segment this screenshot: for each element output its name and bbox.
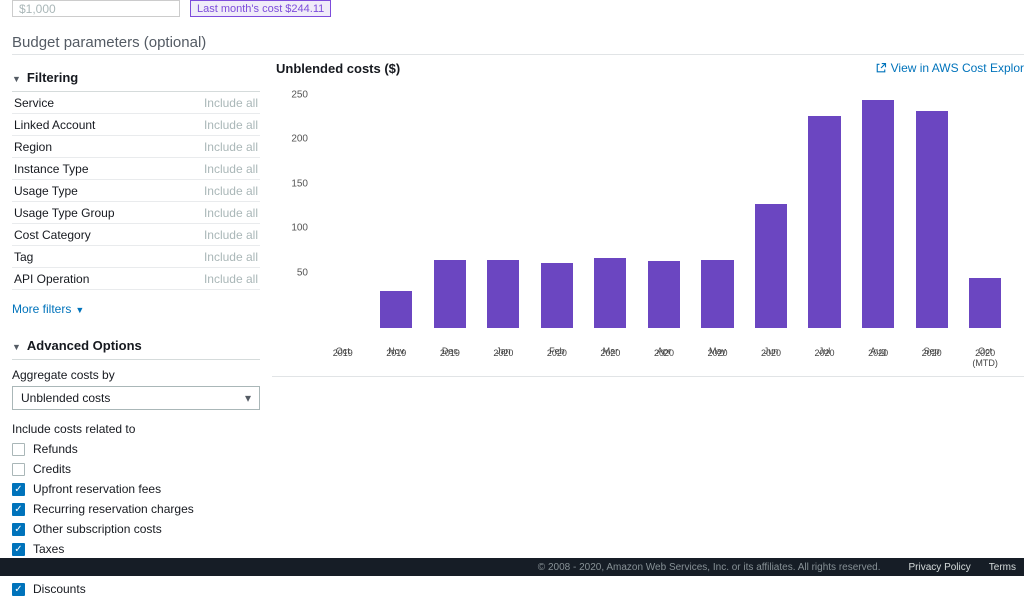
filter-row-usage-type-group[interactable]: Usage Type GroupInclude all (12, 202, 260, 224)
checkbox-icon (12, 463, 25, 476)
x-tick: 2020 (798, 348, 852, 368)
budget-amount-input[interactable]: $1,000 (12, 0, 180, 17)
checkbox-icon (12, 503, 25, 516)
filter-row-cost-category[interactable]: Cost CategoryInclude all (12, 224, 260, 246)
bar[interactable] (862, 100, 894, 328)
bar-slot (584, 88, 638, 328)
filter-row-instance-type[interactable]: Instance TypeInclude all (12, 158, 260, 180)
bar-slot (851, 88, 905, 328)
y-tick: 50 (297, 267, 308, 278)
checkbox-icon (12, 523, 25, 536)
option-credits[interactable]: Credits (12, 460, 260, 478)
aggregate-costs-select[interactable]: Unblended costs (12, 386, 260, 410)
chevron-down-icon (75, 302, 84, 316)
y-tick: 100 (291, 223, 308, 234)
checkbox-icon (12, 583, 25, 596)
bar-slot (744, 88, 798, 328)
x-tick: 2020 (584, 348, 638, 368)
filter-row-linked-account[interactable]: Linked AccountInclude all (12, 114, 260, 136)
footer-copyright: © 2008 - 2020, Amazon Web Services, Inc.… (538, 562, 881, 573)
chevron-down-icon (12, 70, 21, 85)
view-in-cost-explorer-link[interactable]: View in AWS Cost Explor (875, 61, 1024, 75)
bar-slot (958, 88, 1012, 328)
chart-title: Unblended costs ($) (276, 61, 400, 76)
bar[interactable] (380, 291, 412, 328)
bar[interactable] (594, 258, 626, 328)
include-costs-label: Include costs related to (12, 422, 260, 436)
chart-area: Unblended costs ($) View in AWS Cost Exp… (272, 58, 1024, 374)
bar[interactable] (487, 260, 519, 328)
x-tick: 2020(MTD) (958, 348, 1012, 368)
more-filters-link[interactable]: More filters (12, 302, 260, 316)
bar-slot (637, 88, 691, 328)
x-tick: 2020 (477, 348, 531, 368)
budget-amount-placeholder: $1,000 (19, 2, 56, 16)
option-recurring-reservation-charges[interactable]: Recurring reservation charges (12, 500, 260, 518)
checkbox-icon (12, 483, 25, 496)
bar-slot (316, 88, 370, 328)
x-tick: 2019 (423, 348, 477, 368)
bar-slot (477, 88, 531, 328)
x-tick: 2020 (691, 348, 745, 368)
x-tick: 2019 (370, 348, 424, 368)
filter-row-service[interactable]: ServiceInclude all (12, 92, 260, 114)
checkbox-icon (12, 543, 25, 556)
filter-row-region[interactable]: RegionInclude all (12, 136, 260, 158)
external-link-icon (875, 62, 887, 74)
bar-slot (905, 88, 959, 328)
section-title: Budget parameters (optional) (12, 34, 206, 51)
bar[interactable] (648, 261, 680, 328)
caret-down-icon (245, 391, 251, 405)
filtering-header[interactable]: Filtering (12, 64, 260, 92)
bar-slot (798, 88, 852, 328)
sidebar: Filtering ServiceInclude allLinked Accou… (12, 64, 260, 598)
divider (272, 376, 1024, 377)
option-taxes[interactable]: Taxes (12, 540, 260, 558)
option-discounts[interactable]: Discounts (12, 580, 260, 598)
x-tick: 2020 (637, 348, 691, 368)
footer: © 2008 - 2020, Amazon Web Services, Inc.… (0, 558, 1024, 576)
privacy-policy-link[interactable]: Privacy Policy (909, 562, 971, 573)
y-tick: 200 (291, 134, 308, 145)
terms-link[interactable]: Terms (989, 562, 1016, 573)
filter-row-tag[interactable]: TagInclude all (12, 246, 260, 268)
bar[interactable] (701, 260, 733, 328)
aggregate-costs-label: Aggregate costs by (12, 368, 260, 382)
y-tick: 150 (291, 178, 308, 189)
bar-slot (691, 88, 745, 328)
bar[interactable] (969, 278, 1001, 328)
last-month-cost-button[interactable]: Last month's cost $244.11 (190, 0, 331, 17)
x-tick: 2019 (316, 348, 370, 368)
bar[interactable] (755, 204, 787, 328)
x-tick: 2020 (905, 348, 959, 368)
option-refunds[interactable]: Refunds (12, 440, 260, 458)
chevron-down-icon (12, 338, 21, 353)
filter-row-api-operation[interactable]: API OperationInclude all (12, 268, 260, 290)
option-upfront-reservation-fees[interactable]: Upfront reservation fees (12, 480, 260, 498)
bar[interactable] (916, 111, 948, 328)
bar[interactable] (541, 263, 573, 328)
bar-slot (370, 88, 424, 328)
option-other-subscription-costs[interactable]: Other subscription costs (12, 520, 260, 538)
divider (12, 54, 1024, 55)
chart-plot: 50100150200250 OctNovDecJanFebMarAprMayJ… (276, 88, 1020, 374)
x-tick: 2020 (530, 348, 584, 368)
advanced-options-header[interactable]: Advanced Options (12, 332, 260, 360)
x-tick: 2020 (851, 348, 905, 368)
x-tick: 2020 (744, 348, 798, 368)
filter-row-usage-type[interactable]: Usage TypeInclude all (12, 180, 260, 202)
y-tick: 250 (291, 89, 308, 100)
bar[interactable] (434, 260, 466, 328)
bar-slot (530, 88, 584, 328)
bar-slot (423, 88, 477, 328)
bar[interactable] (808, 116, 840, 328)
checkbox-icon (12, 443, 25, 456)
